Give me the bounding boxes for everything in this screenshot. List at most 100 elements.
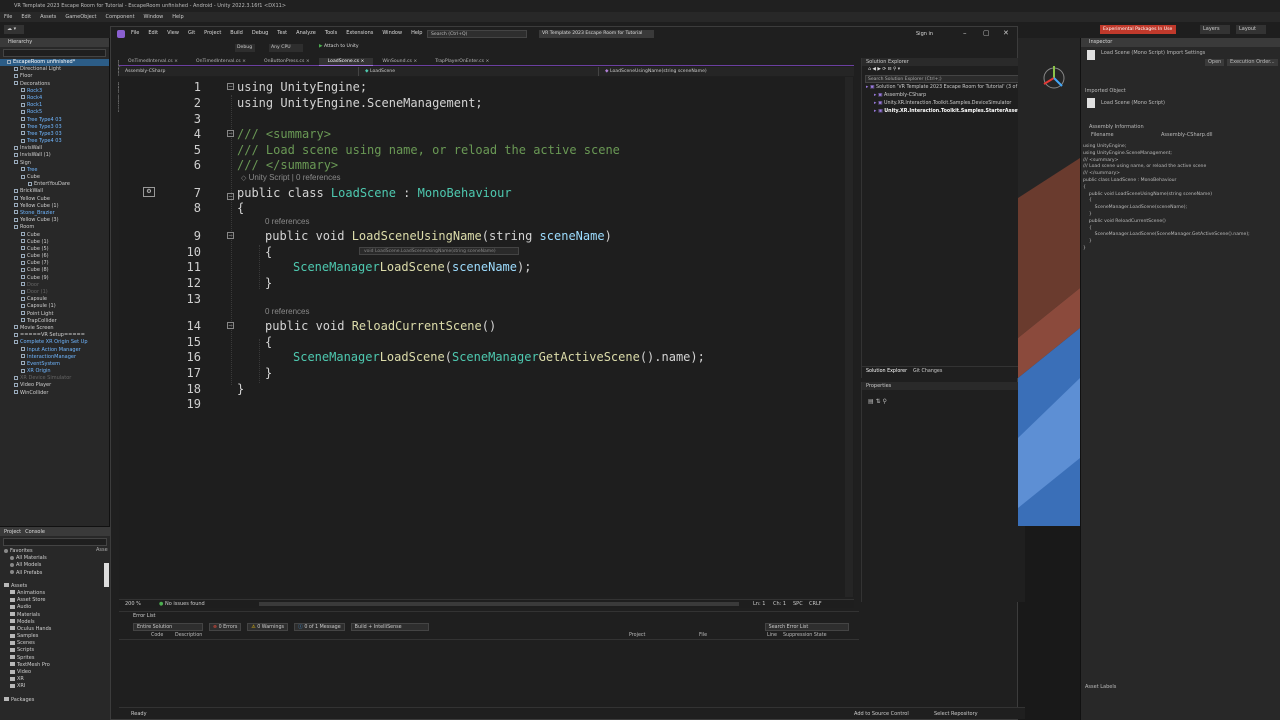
hierarchy-item[interactable]: Floor — [0, 73, 109, 80]
hierarchy-item[interactable]: =====VR Setup===== — [0, 332, 109, 339]
project-search[interactable] — [3, 538, 107, 546]
codelens-class[interactable]: ◇ Unity Script | 0 references — [241, 173, 341, 182]
assets-root[interactable]: Assets — [4, 583, 110, 590]
hierarchy-item[interactable]: Door (1) — [0, 289, 109, 296]
asset-folder[interactable]: Audio — [4, 604, 110, 611]
scene-view[interactable] — [1018, 38, 1080, 526]
favorites-item[interactable]: Favorites — [4, 548, 110, 555]
document-tab[interactable]: OnTimedInterval.cs × — [119, 58, 187, 66]
hierarchy-item[interactable]: Rock5 — [0, 109, 109, 116]
scope-dropdown[interactable]: Entire Solution — [133, 622, 203, 631]
add-source-control[interactable]: Add to Source Control — [854, 708, 909, 720]
tab-git-changes[interactable]: Git Changes — [913, 369, 942, 374]
hierarchy-item[interactable]: Room — [0, 224, 109, 231]
document-tab[interactable]: WinSound.cs × — [373, 58, 426, 66]
close-tab-icon[interactable]: × — [304, 59, 310, 64]
type-dropdown[interactable]: ◆ LoadScene — [359, 67, 599, 76]
hierarchy-search[interactable] — [3, 49, 106, 57]
hierarchy-item[interactable]: Decorations — [0, 81, 109, 88]
favorite-item[interactable]: All Prefabs — [4, 570, 110, 577]
hierarchy-item[interactable]: EntertYouDare — [0, 181, 109, 188]
hierarchy-item[interactable]: InvisWall (1) — [0, 152, 109, 159]
hierarchy-item[interactable]: WinCollider — [0, 390, 109, 397]
asset-folder[interactable]: Models — [4, 619, 110, 626]
hierarchy-item[interactable]: Yellow Cube (3) — [0, 217, 109, 224]
horizontal-scrollbar[interactable] — [259, 602, 739, 606]
member-dropdown[interactable]: ◆ LoadSceneUsingName(string sceneName) — [599, 67, 849, 76]
messages-filter[interactable]: ⓘ 0 of 1 Message — [294, 622, 345, 631]
hierarchy-item[interactable]: BrickWall — [0, 188, 109, 195]
issues-indicator[interactable]: ● No issues found — [159, 600, 259, 609]
solution-item[interactable]: ▸ ▣ Unity.XR.Interaction.Toolkit.Samples… — [862, 100, 1025, 108]
project-tab[interactable]: Console — [25, 529, 45, 535]
hierarchy-item[interactable]: Cube (9) — [0, 275, 109, 282]
hierarchy-tab[interactable]: Hierarchy — [0, 38, 109, 47]
menu-item[interactable]: Help — [172, 14, 183, 20]
close-tab-icon[interactable]: × — [359, 59, 365, 64]
hierarchy-item[interactable]: Yellow Cube — [0, 196, 109, 203]
hierarchy-item[interactable]: XR Origin — [0, 368, 109, 375]
hierarchy-item[interactable]: Cube (6) — [0, 253, 109, 260]
asset-folder[interactable]: Samples — [4, 633, 110, 640]
hierarchy-item[interactable]: Tree Type4 03 — [0, 138, 109, 145]
hierarchy-item[interactable]: Capsule (1) — [0, 303, 109, 310]
document-tab[interactable]: OnButtonPress.cs × — [255, 58, 319, 66]
close-tab-icon[interactable]: × — [484, 59, 490, 64]
hierarchy-item[interactable]: Cube (5) — [0, 246, 109, 253]
menu-item[interactable]: Assets — [40, 14, 56, 20]
menu-item[interactable]: File — [4, 14, 12, 20]
project-dropdown[interactable]: Assembly-CSharp — [119, 67, 359, 76]
hierarchy-item[interactable]: Door — [0, 282, 109, 289]
hierarchy-item[interactable]: Tree Type3 03 — [0, 124, 109, 131]
column-header[interactable]: Line — [767, 632, 777, 640]
warnings-filter[interactable]: ⚠ 0 Warnings — [247, 622, 288, 631]
hierarchy-item[interactable]: Complete XR Origin Set Up — [0, 339, 109, 346]
code-editor[interactable]: ⚙ 1 2 3 4 5 6 7 8 9 10 11 12 13 14 15 16 17 18 19 − − − − … — [119, 77, 854, 597]
menu-item[interactable]: Edit — [21, 14, 31, 20]
solution-item[interactable]: ▸ ▣ Solution 'VR Template 2023 Escape Ro… — [862, 84, 1025, 92]
hierarchy-item[interactable]: XR Device Simulator — [0, 375, 109, 382]
hierarchy-item[interactable]: EscapeRoom unfinished* — [0, 59, 109, 67]
asset-folder[interactable]: XRI — [4, 683, 110, 690]
favorite-item[interactable]: All Models — [4, 562, 110, 569]
asset-folder[interactable]: Scenes — [4, 640, 110, 647]
codelens-method2[interactable]: 0 references — [265, 307, 309, 316]
hierarchy-item[interactable]: Tree Type4 03 — [0, 117, 109, 124]
document-tab[interactable]: OnTimedInterval.cs × — [187, 58, 255, 66]
unity-message-icon[interactable]: ⚙ — [143, 187, 155, 197]
hierarchy-item[interactable]: Movie Screen — [0, 325, 109, 332]
asset-folder[interactable]: Animations — [4, 590, 110, 597]
project-scrollbar[interactable] — [104, 563, 109, 587]
menu-item[interactable]: Window — [144, 14, 164, 20]
hierarchy-item[interactable]: Input Action Manager — [0, 347, 109, 354]
asset-folder[interactable]: Materials — [4, 612, 110, 619]
column-header[interactable]: Suppression State — [783, 632, 827, 640]
properties-toolbar[interactable]: ▤ ⇅ ⚲ — [862, 398, 1025, 408]
column-header[interactable]: Project — [629, 632, 645, 640]
hierarchy-item[interactable]: Tree — [0, 167, 109, 174]
asset-folder[interactable]: TextMesh Pro — [4, 662, 110, 669]
hierarchy-item[interactable]: EventSystem — [0, 361, 109, 368]
menu-item[interactable]: Component — [106, 14, 135, 20]
document-tab[interactable]: LoadScene.cs × — [318, 57, 374, 66]
line-ending-indicator[interactable]: CRLF — [809, 600, 827, 609]
close-tab-icon[interactable]: × — [412, 59, 417, 64]
hierarchy-item[interactable]: Sign — [0, 160, 109, 167]
hierarchy-item[interactable]: InvisWall — [0, 145, 109, 152]
asset-folder[interactable]: XR — [4, 676, 110, 683]
select-repository[interactable]: Select Repository — [934, 708, 978, 720]
asset-folder[interactable]: Video — [4, 669, 110, 676]
zoom-level[interactable]: 200 % — [119, 600, 159, 609]
close-tab-icon[interactable]: × — [173, 59, 178, 64]
menu-item[interactable]: GameObject — [65, 14, 96, 20]
document-tab[interactable]: TrapPlayerOnEnter.cs × — [426, 58, 498, 66]
build-filter-dropdown[interactable]: Build + IntelliSense — [350, 622, 429, 631]
account-button[interactable]: ☁ ▾ — [4, 25, 24, 34]
column-header[interactable]: Description — [175, 632, 202, 640]
hierarchy-item[interactable]: Yellow Cube (1) — [0, 203, 109, 210]
layers-dropdown[interactable]: Layers — [1200, 25, 1230, 34]
column-header[interactable]: Code — [151, 632, 163, 640]
hierarchy-item[interactable]: Cube (8) — [0, 267, 109, 274]
hierarchy-item[interactable]: Rock3 — [0, 88, 109, 95]
hierarchy-item[interactable]: Stone_Brazier — [0, 210, 109, 217]
